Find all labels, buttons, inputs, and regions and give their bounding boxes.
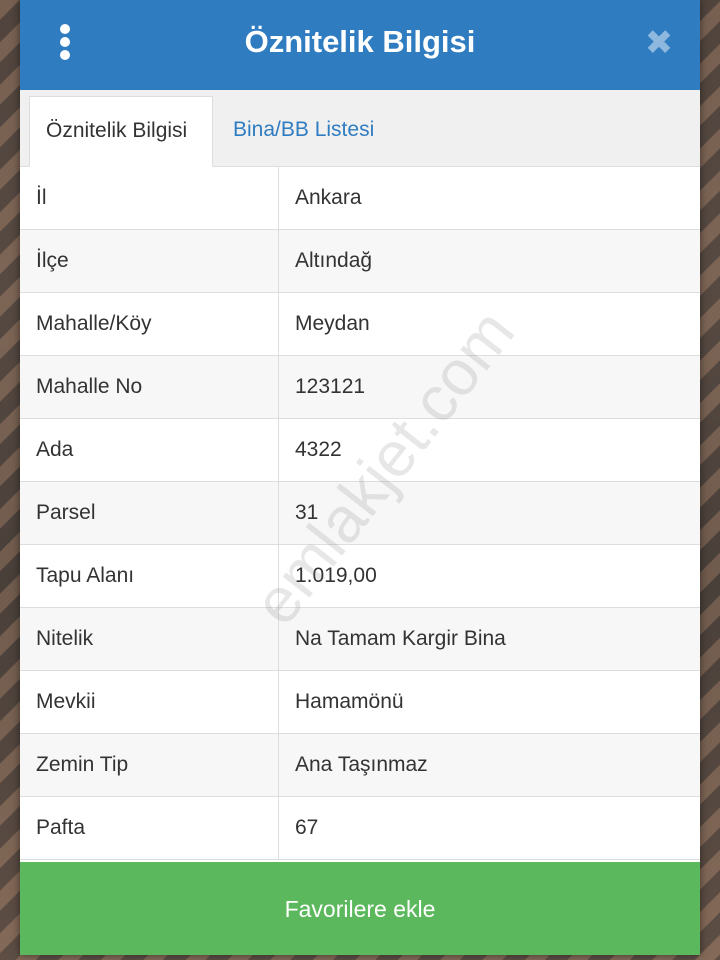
attribute-value: Ana Taşınmaz: [295, 753, 428, 776]
attribute-label: Zemin Tip: [36, 753, 129, 776]
attribute-label: Parsel: [36, 501, 96, 524]
tab-attribute-info[interactable]: Öznitelik Bilgisi: [29, 96, 213, 167]
attribute-value: Meydan: [295, 312, 370, 335]
column-divider: [278, 734, 279, 797]
table-row: Mahalle No 123121: [20, 356, 700, 419]
dialog-header: Öznitelik Bilgisi ✖: [20, 0, 700, 90]
table-row: İlçe Altındağ: [20, 230, 700, 293]
column-divider: [278, 356, 279, 419]
table-row: Mevkii Hamamönü: [20, 671, 700, 734]
table-row: Mahalle/Köy Meydan: [20, 293, 700, 356]
attribute-value: 31: [295, 501, 319, 524]
table-row: Nitelik Na Tamam Kargir Bina: [20, 608, 700, 671]
attribute-label: Mevkii: [36, 690, 96, 713]
tab-bar: Öznitelik Bilgisi Bina/BB Listesi: [20, 90, 700, 167]
attribute-table: İl Ankara İlçe Altındağ Mahalle/Köy Meydan Mah…: [20, 167, 700, 860]
attribute-value: 67: [295, 816, 319, 839]
table-row: İl Ankara: [20, 167, 700, 230]
column-divider: [278, 482, 279, 545]
column-divider: [278, 545, 279, 608]
close-icon[interactable]: ✖: [642, 26, 676, 60]
attribute-label: İl: [36, 186, 47, 209]
table-row: Tapu Alanı 1.019,00: [20, 545, 700, 608]
add-to-favorites-button[interactable]: Favorilere ekle: [20, 862, 700, 955]
table-row: Parsel 31: [20, 482, 700, 545]
column-divider: [278, 293, 279, 356]
column-divider: [278, 797, 279, 860]
column-divider: [278, 230, 279, 293]
table-row: Pafta 67: [20, 797, 700, 860]
attribute-value: 4322: [295, 438, 342, 461]
tab-building-list[interactable]: Bina/BB Listesi: [217, 96, 390, 167]
table-row: Zemin Tip Ana Taşınmaz: [20, 734, 700, 797]
dialog-title: Öznitelik Bilgisi: [244, 24, 476, 59]
attribute-value: Hamamönü: [295, 690, 404, 713]
attribute-info-dialog: Öznitelik Bilgisi ✖ Öznitelik Bilgisi Bi…: [20, 0, 700, 955]
attribute-label: Pafta: [36, 816, 86, 839]
attribute-label: Nitelik: [36, 627, 94, 650]
table-row: Ada 4322: [20, 419, 700, 482]
column-divider: [278, 608, 279, 671]
attribute-value: Ankara: [295, 186, 362, 209]
attribute-label: Tapu Alanı: [36, 564, 135, 587]
attribute-label: Mahalle/Köy: [36, 312, 152, 335]
attribute-value: Altındağ: [295, 249, 373, 272]
column-divider: [278, 419, 279, 482]
attribute-value: 1.019,00: [295, 564, 377, 587]
attribute-label: İlçe: [36, 249, 69, 272]
attribute-value: Na Tamam Kargir Bina: [295, 627, 506, 650]
attribute-label: Mahalle No: [36, 375, 143, 398]
column-divider: [278, 671, 279, 734]
attribute-value: 123121: [295, 375, 366, 398]
attribute-label: Ada: [36, 438, 74, 461]
column-divider: [278, 167, 279, 230]
